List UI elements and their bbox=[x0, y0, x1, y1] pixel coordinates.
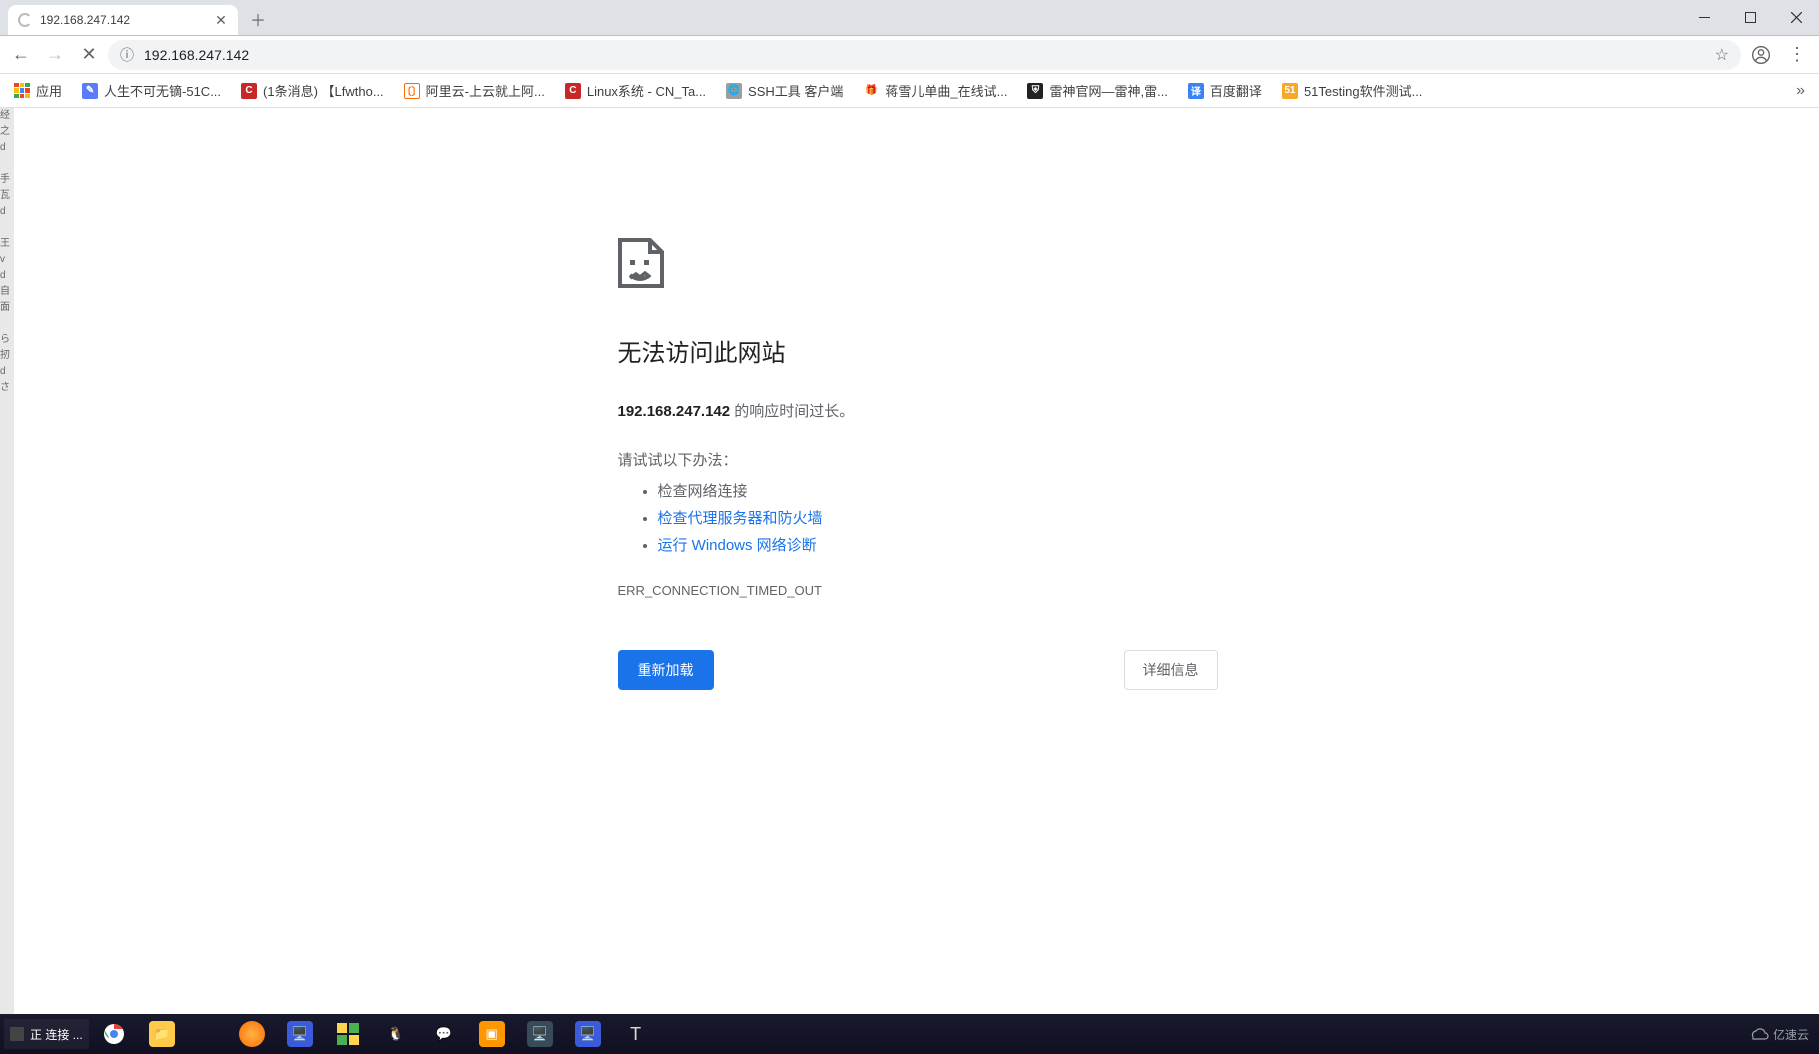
profile-avatar-icon[interactable] bbox=[1745, 45, 1777, 65]
back-button[interactable]: ← bbox=[6, 40, 36, 70]
apps-grid-icon bbox=[14, 83, 30, 99]
monitor-icon: 🖥️ bbox=[575, 1021, 601, 1047]
bookmark-label: 阿里云-上云就上阿... bbox=[426, 81, 545, 100]
bookmark-label: 人生不可无镝-51C... bbox=[104, 81, 221, 100]
close-window-button[interactable] bbox=[1773, 0, 1819, 35]
bookmark-label: SSH工具 客户端 bbox=[748, 81, 843, 100]
bookmark-item[interactable]: 🎁 蒋雪儿单曲_在线试... bbox=[855, 77, 1015, 104]
bookmark-item[interactable]: ⛨ 雷神官网—雷神,雷... bbox=[1019, 77, 1175, 104]
favicon-icon: 🎁 bbox=[863, 83, 879, 99]
taskbar-app[interactable]: 🖥️ bbox=[517, 1017, 563, 1051]
taskbar-app[interactable]: T bbox=[613, 1017, 659, 1051]
apps-button[interactable]: 应用 bbox=[6, 77, 70, 104]
suggestion-item: 运行 Windows 网络诊断 bbox=[658, 532, 1218, 559]
bookmark-item[interactable]: 🌐 SSH工具 客户端 bbox=[718, 77, 851, 104]
favicon-icon: C bbox=[241, 83, 257, 99]
dark-monitor-icon: 🖥️ bbox=[527, 1021, 553, 1047]
omnibox-url: 192.168.247.142 bbox=[144, 47, 1705, 63]
main-menu-button[interactable]: ⋮ bbox=[1781, 44, 1813, 65]
favicon-icon: ⛨ bbox=[1027, 83, 1043, 99]
new-tab-button[interactable]: ＋ bbox=[244, 5, 272, 33]
system-tray: 亿速云 bbox=[1749, 1026, 1815, 1043]
chrome-icon bbox=[101, 1021, 127, 1047]
site-info-icon[interactable]: ⓘ bbox=[120, 45, 134, 65]
bookmark-label: 51Testing软件测试... bbox=[1304, 81, 1423, 100]
taskbar-app[interactable]: 🖥️ bbox=[565, 1017, 611, 1051]
browser-tab[interactable]: 192.168.247.142 ✕ bbox=[8, 5, 238, 35]
orange-square-icon: ▣ bbox=[479, 1021, 505, 1047]
favicon-icon: 🌐 bbox=[726, 83, 742, 99]
error-summary: 192.168.247.142 的响应时间过长。 bbox=[618, 400, 1218, 421]
watermark: 亿速云 bbox=[1749, 1026, 1809, 1043]
taskbar-qq[interactable]: 🐧 bbox=[373, 1017, 419, 1051]
error-summary-suffix: 的响应时间过长。 bbox=[730, 403, 854, 420]
windows-taskbar: 正 连接 ... 📁 🖥️ 🐧 💬 ▣ 🖥️ 🖥️ T 亿速云 bbox=[0, 1014, 1819, 1054]
nav-toolbar: ← → ✕ ⓘ 192.168.247.142 ☆ ⋮ bbox=[0, 36, 1819, 74]
folder-icon: 📁 bbox=[149, 1021, 175, 1047]
orange-app-icon bbox=[239, 1021, 265, 1047]
bookmark-item[interactable]: ✎ 人生不可无镝-51C... bbox=[74, 77, 229, 104]
bookmark-star-icon[interactable]: ☆ bbox=[1715, 45, 1729, 65]
taskbar-running-label: 正 连接 ... bbox=[30, 1026, 83, 1043]
taskbar-wechat[interactable]: 💬 bbox=[421, 1017, 467, 1051]
omnibox[interactable]: ⓘ 192.168.247.142 ☆ bbox=[108, 40, 1741, 70]
loading-spinner-icon bbox=[18, 13, 32, 27]
taskbar-app[interactable] bbox=[325, 1017, 371, 1051]
error-code: ERR_CONNECTION_TIMED_OUT bbox=[618, 583, 1218, 598]
bookmark-label: 雷神官网—雷神,雷... bbox=[1049, 81, 1167, 100]
bookmark-item[interactable]: C Linux系统 - CN_Ta... bbox=[557, 77, 714, 104]
suggestion-link[interactable]: 运行 Windows 网络诊断 bbox=[658, 537, 817, 554]
details-button[interactable]: 详细信息 bbox=[1124, 650, 1218, 690]
bookmark-label: Linux系统 - CN_Ta... bbox=[587, 81, 706, 100]
background-window-strip: 经之d手瓦d王vd自面ら扨dさ bbox=[0, 108, 14, 1014]
taskbar-running-app[interactable]: 正 连接 ... bbox=[4, 1019, 89, 1049]
favicon-icon: 〔〕 bbox=[404, 83, 420, 99]
suggestion-item: 检查代理服务器和防火墙 bbox=[658, 505, 1218, 532]
sad-page-icon bbox=[618, 238, 1218, 293]
close-tab-button[interactable]: ✕ bbox=[214, 13, 228, 27]
error-interstitial: 无法访问此网站 192.168.247.142 的响应时间过长。 请试试以下办法… bbox=[618, 238, 1218, 690]
text-cursor-icon: T bbox=[623, 1021, 649, 1047]
page-content: 无法访问此网站 192.168.247.142 的响应时间过长。 请试试以下办法… bbox=[16, 108, 1819, 1014]
taskbar-chrome[interactable] bbox=[91, 1017, 137, 1051]
bookmarks-overflow-button[interactable]: » bbox=[1788, 78, 1813, 104]
wechat-icon: 💬 bbox=[431, 1021, 457, 1047]
apps-label: 应用 bbox=[36, 81, 62, 100]
error-heading: 无法访问此网站 bbox=[618, 333, 1218, 368]
tab-title: 192.168.247.142 bbox=[40, 13, 206, 27]
error-try-label: 请试试以下办法： bbox=[618, 449, 1218, 470]
taskbar-app[interactable]: ▣ bbox=[469, 1017, 515, 1051]
penguin-icon: 🐧 bbox=[383, 1021, 409, 1047]
favicon-icon: 51 bbox=[1282, 83, 1298, 99]
bookmark-item[interactable]: C (1条消息) 【Lfwtho... bbox=[233, 77, 392, 104]
window-titlebar: 192.168.247.142 ✕ ＋ bbox=[0, 0, 1819, 36]
bookmarks-bar: 应用 ✎ 人生不可无镝-51C... C (1条消息) 【Lfwtho... 〔〕阿… bbox=[0, 74, 1819, 108]
taskbar-app[interactable]: 🖥️ bbox=[277, 1017, 323, 1051]
monitor-blue-icon: 🖥️ bbox=[287, 1021, 313, 1047]
suggestion-text: 检查网络连接 bbox=[658, 483, 748, 500]
taskbar-app[interactable] bbox=[229, 1017, 275, 1051]
error-host: 192.168.247.142 bbox=[618, 403, 731, 420]
favicon-icon: ✎ bbox=[82, 83, 98, 99]
bookmark-label: 百度翻译 bbox=[1210, 81, 1262, 100]
favicon-icon: C bbox=[565, 83, 581, 99]
favicon-icon: 译 bbox=[1188, 83, 1204, 99]
bookmark-item[interactable]: 译百度翻译 bbox=[1180, 77, 1270, 104]
error-button-row: 重新加载 详细信息 bbox=[618, 650, 1218, 690]
maximize-button[interactable] bbox=[1727, 0, 1773, 35]
suggestion-item: 检查网络连接 bbox=[658, 478, 1218, 505]
error-suggestions: 检查网络连接 检查代理服务器和防火墙 运行 Windows 网络诊断 bbox=[618, 478, 1218, 559]
bookmark-item[interactable]: 〔〕阿里云-上云就上阿... bbox=[396, 77, 553, 104]
suggestion-link[interactable]: 检查代理服务器和防火墙 bbox=[658, 510, 823, 527]
squares-icon bbox=[335, 1021, 361, 1047]
forward-button[interactable]: → bbox=[40, 40, 70, 70]
bookmark-label: 蒋雪儿单曲_在线试... bbox=[885, 81, 1007, 100]
reload-button[interactable]: 重新加载 bbox=[618, 650, 714, 690]
bookmark-item[interactable]: 51 51Testing软件测试... bbox=[1274, 77, 1431, 104]
bookmark-label: (1条消息) 【Lfwtho... bbox=[263, 81, 384, 100]
window-controls bbox=[1681, 0, 1819, 35]
stop-reload-button[interactable]: ✕ bbox=[74, 40, 104, 70]
minimize-button[interactable] bbox=[1681, 0, 1727, 35]
